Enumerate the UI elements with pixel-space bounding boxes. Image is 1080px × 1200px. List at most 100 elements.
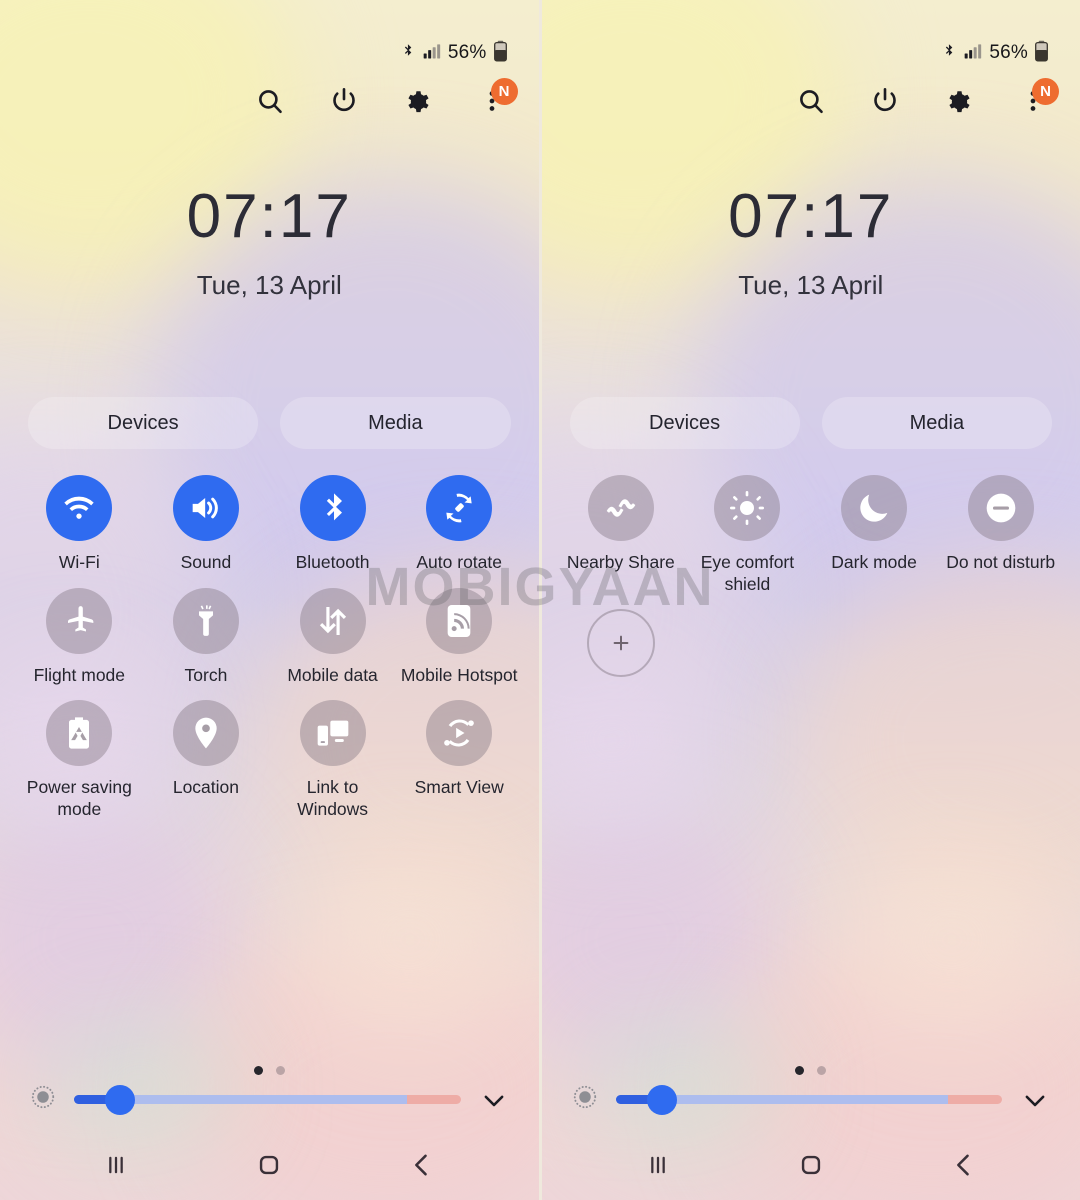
- quick-toggle-eye-comfort-shield[interactable]: Eye comfort shield: [684, 475, 811, 595]
- quick-toggle-torch[interactable]: Torch: [143, 587, 270, 687]
- search-button[interactable]: [794, 86, 828, 120]
- navigation-bar: [542, 1130, 1080, 1200]
- quick-toggle-wi-fi[interactable]: Wi-Fi: [16, 475, 143, 574]
- auto-brightness-icon[interactable]: [28, 1082, 58, 1117]
- quick-toggle-label: Sound: [180, 552, 232, 572]
- status-bar: 56%: [0, 0, 539, 64]
- header-action-bar: N: [0, 64, 539, 120]
- signal-icon: [963, 41, 983, 66]
- back-button[interactable]: [937, 1138, 991, 1192]
- power-icon: [329, 86, 359, 121]
- clock-widget: 07:17 Tue, 13 April: [0, 186, 539, 301]
- quick-toggle-do-not-disturb[interactable]: Do not disturb: [937, 475, 1064, 595]
- clock-time: 07:17: [186, 182, 352, 251]
- quick-toggle-flight-mode[interactable]: Flight mode: [16, 587, 143, 687]
- overflow-menu-button[interactable]: N: [1016, 78, 1059, 120]
- quick-toggle-power-saving-mode[interactable]: Power saving mode: [16, 700, 143, 820]
- power-button[interactable]: [327, 86, 361, 120]
- pill-button-media[interactable]: Media: [821, 397, 1052, 449]
- gear-icon: [403, 86, 433, 121]
- pill-button-media[interactable]: Media: [280, 397, 511, 449]
- quick-toggle-label: Dark mode: [831, 552, 917, 572]
- notification-badge: N: [490, 78, 518, 105]
- eye-comfort-icon: [714, 475, 781, 541]
- battery-icon: [1033, 40, 1050, 67]
- quick-toggle-dark-mode[interactable]: Dark mode: [811, 475, 938, 595]
- page-indicator: [0, 1066, 539, 1075]
- quick-toggle-nearby-share[interactable]: Nearby Share: [558, 475, 685, 595]
- hotspot-icon: [426, 587, 493, 654]
- plus-icon: [586, 609, 655, 678]
- settings-button[interactable]: [942, 86, 976, 120]
- add-toggle-button[interactable]: [558, 609, 685, 678]
- quick-toggle-auto-rotate[interactable]: Auto rotate: [396, 475, 523, 574]
- navigation-bar: [0, 1130, 539, 1200]
- clock-time: 07:17: [728, 182, 894, 251]
- flashlight-icon: [172, 587, 239, 654]
- power-icon: [870, 86, 900, 121]
- battery-percent-label: 56%: [447, 42, 487, 63]
- quick-settings-grid: Wi-Fi Sound Bluetooth Auto rotate Flight mod…: [16, 475, 523, 821]
- brightness-slider-row: [570, 1082, 1053, 1117]
- phone-screen-right: 56% N 07:17 Tue, 13 April Devices Media Nearby…: [538, 0, 1080, 1200]
- quick-toggle-location[interactable]: Location: [143, 700, 270, 820]
- quick-settings-panel: 56% N 07:17 Tue, 13 April Devices Media Wi-Fi S…: [0, 0, 539, 1200]
- quick-panel-pills: Devices Media: [569, 397, 1052, 449]
- page-dot[interactable]: [275, 1066, 285, 1075]
- pill-button-devices[interactable]: Devices: [569, 397, 800, 449]
- battery-percent-label: 56%: [989, 42, 1028, 63]
- quick-toggle-label: Auto rotate: [416, 552, 502, 572]
- brightness-thumb[interactable]: [105, 1084, 136, 1115]
- quick-toggle-bluetooth[interactable]: Bluetooth: [269, 475, 396, 574]
- search-icon: [796, 86, 826, 121]
- home-button[interactable]: [784, 1138, 838, 1192]
- sound-icon: [172, 475, 239, 541]
- brightness-track[interactable]: [74, 1084, 461, 1115]
- quick-toggle-label: Location: [172, 777, 240, 798]
- power-button[interactable]: [868, 86, 902, 120]
- quick-toggle-mobile-hotspot[interactable]: Mobile Hotspot: [396, 587, 523, 687]
- search-button[interactable]: [253, 86, 287, 120]
- quick-settings-panel: 56% N 07:17 Tue, 13 April Devices Media Nearby…: [542, 0, 1080, 1200]
- quick-toggle-label: Mobile data: [287, 664, 378, 685]
- page-dot[interactable]: [795, 1066, 805, 1075]
- quick-toggle-link-to-windows[interactable]: Link to Windows: [269, 700, 396, 820]
- auto-rotate-icon: [426, 475, 493, 541]
- moon-icon: [841, 475, 908, 541]
- clock-widget: 07:17 Tue, 13 April: [542, 186, 1080, 301]
- back-button[interactable]: [395, 1138, 449, 1192]
- home-button[interactable]: [242, 1138, 296, 1192]
- clock-date: Tue, 13 April: [196, 270, 342, 300]
- nearby-share-icon: [587, 475, 654, 541]
- quick-toggle-label: Eye comfort shield: [700, 552, 795, 594]
- collapse-panel-button[interactable]: [477, 1083, 511, 1117]
- collapse-panel-button[interactable]: [1018, 1083, 1052, 1117]
- quick-toggle-sound[interactable]: Sound: [143, 475, 270, 574]
- settings-button[interactable]: [401, 86, 435, 120]
- quick-toggle-smart-view[interactable]: Smart View: [396, 700, 523, 820]
- notification-badge: N: [1032, 78, 1059, 105]
- recents-button[interactable]: [631, 1138, 685, 1192]
- quick-toggle-label: Do not disturb: [946, 552, 1056, 572]
- signal-icon: [422, 41, 442, 66]
- quick-toggle-label: Bluetooth: [295, 552, 370, 572]
- bluetooth-status-icon: [399, 40, 416, 66]
- quick-toggle-label: Flight mode: [33, 664, 126, 685]
- brightness-track[interactable]: [615, 1084, 1002, 1115]
- overflow-menu-button[interactable]: N: [475, 78, 518, 120]
- quick-toggle-mobile-data[interactable]: Mobile data: [269, 587, 396, 687]
- screenshot-root: 56% N 07:17 Tue, 13 April Devices Media Wi-Fi S…: [0, 0, 1080, 1200]
- mobile-data-icon: [299, 587, 366, 654]
- pill-button-devices[interactable]: Devices: [28, 397, 259, 449]
- brightness-thumb[interactable]: [646, 1084, 677, 1115]
- brightness-slider-row: [28, 1082, 511, 1117]
- recents-button[interactable]: [89, 1138, 143, 1192]
- quick-toggle-label: Power saving mode: [26, 777, 132, 820]
- wifi-icon: [46, 475, 113, 541]
- auto-brightness-icon[interactable]: [570, 1082, 600, 1117]
- page-dot[interactable]: [253, 1066, 263, 1075]
- phone-screen-left: 56% N 07:17 Tue, 13 April Devices Media Wi-Fi S…: [0, 0, 539, 1200]
- page-dot[interactable]: [817, 1066, 827, 1075]
- battery-icon: [492, 40, 509, 67]
- bluetooth-icon: [299, 475, 366, 541]
